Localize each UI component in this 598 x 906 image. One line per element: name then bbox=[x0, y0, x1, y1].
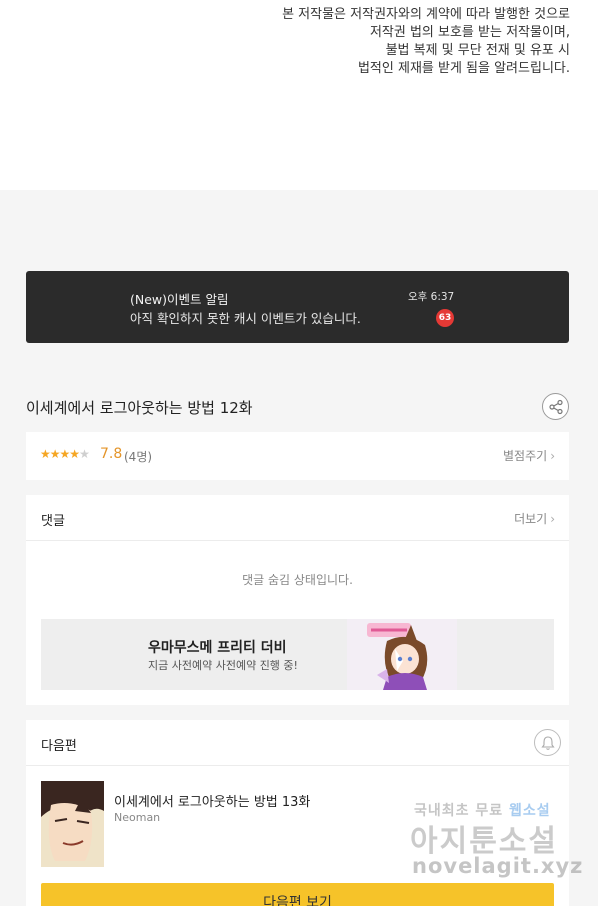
notify-button[interactable] bbox=[534, 729, 561, 756]
ad-title: 우마무스메 프리티 더비 bbox=[148, 640, 287, 656]
next-episode-author: Neoman bbox=[114, 811, 161, 824]
star-filled-icon: ★ bbox=[49, 447, 61, 461]
ad-character-art bbox=[347, 619, 457, 690]
rate-label: 별점주기 bbox=[503, 449, 548, 463]
copyright-line: 불법 복제 및 무단 전재 및 유포 시 bbox=[385, 43, 570, 58]
next-episode-button[interactable]: 다음편 보기 bbox=[41, 883, 554, 906]
next-episode-title[interactable]: 이세계에서 로그아웃하는 방법 13화 bbox=[114, 791, 310, 810]
notification-time: 오후 6:37 bbox=[408, 291, 455, 303]
comments-hidden-message: 댓글 숨김 상태입니다. bbox=[242, 573, 353, 587]
next-episode-header: 다음편 bbox=[26, 720, 569, 766]
episode-title: 이세계에서 로그아웃하는 방법 12화 bbox=[26, 399, 253, 417]
star-filled-icon: ★ bbox=[59, 447, 71, 461]
ad-banner[interactable]: 우마무스메 프리티 더비 지금 사전예약 사전예약 진행 중! bbox=[41, 619, 554, 690]
event-notification-banner[interactable]: (New)이벤트 알림 아직 확인하지 못한 캐시 이벤트가 있습니다. 오후 … bbox=[26, 271, 569, 343]
notification-message: 아직 확인하지 못한 캐시 이벤트가 있습니다. bbox=[130, 311, 361, 326]
copyright-line: 법적인 제재를 받게 됨을 알려드립니다. bbox=[357, 61, 570, 76]
copyright-notice: 본 저작물은 저작권자와의 계약에 따라 발행한 것으로 저작권 법의 보호를 … bbox=[0, 0, 598, 190]
star-empty-icon: ★ bbox=[79, 447, 90, 461]
ad-subtitle: 지금 사전예약 사전예약 진행 중! bbox=[148, 659, 298, 672]
copyright-text: 본 저작물은 저작권자와의 계약에 따라 발행한 것으로 저작권 법의 보호를 … bbox=[282, 6, 570, 78]
comments-header: 댓글 더보기 › bbox=[26, 495, 569, 541]
comments-label: 댓글 bbox=[41, 514, 65, 529]
copyright-line: 본 저작물은 저작권자와의 계약에 따라 발행한 것으로 bbox=[282, 7, 570, 22]
thumbnail-art bbox=[41, 781, 104, 867]
share-icon bbox=[549, 399, 563, 415]
comments-panel: 댓글 더보기 › 댓글 숨김 상태입니다. 우마무스메 프리티 더비 지금 사전예… bbox=[26, 495, 569, 705]
rate-button[interactable]: 별점주기 › bbox=[503, 447, 555, 464]
comments-more-button[interactable]: 더보기 › bbox=[514, 510, 555, 527]
bell-icon bbox=[541, 736, 555, 750]
next-episode-panel: 다음편 이세계에서 로그아웃하는 방법 13화 Neoman 다음편 보기 bbox=[26, 720, 569, 906]
chevron-right-icon: › bbox=[550, 512, 555, 526]
share-button[interactable] bbox=[542, 393, 569, 420]
notification-title: (New)이벤트 알림 bbox=[130, 292, 229, 307]
notification-count-badge: 63 bbox=[436, 309, 454, 327]
next-episode-label: 다음편 bbox=[41, 739, 77, 754]
rating-panel: ★★★★★ 7.8 (4명) 별점주기 › bbox=[26, 432, 569, 480]
chevron-right-icon: › bbox=[550, 449, 555, 463]
star-filled-icon: ★ bbox=[40, 447, 51, 461]
star-rating: ★★★★★ bbox=[40, 447, 90, 461]
star-filled-icon: ★ bbox=[69, 447, 80, 461]
next-episode-thumbnail[interactable] bbox=[41, 781, 104, 867]
rating-score: 7.8 bbox=[100, 446, 123, 462]
more-label: 더보기 bbox=[514, 512, 548, 526]
copyright-line: 저작권 법의 보호를 받는 저작물이며, bbox=[369, 25, 570, 40]
rating-count: (4명) bbox=[124, 450, 153, 464]
